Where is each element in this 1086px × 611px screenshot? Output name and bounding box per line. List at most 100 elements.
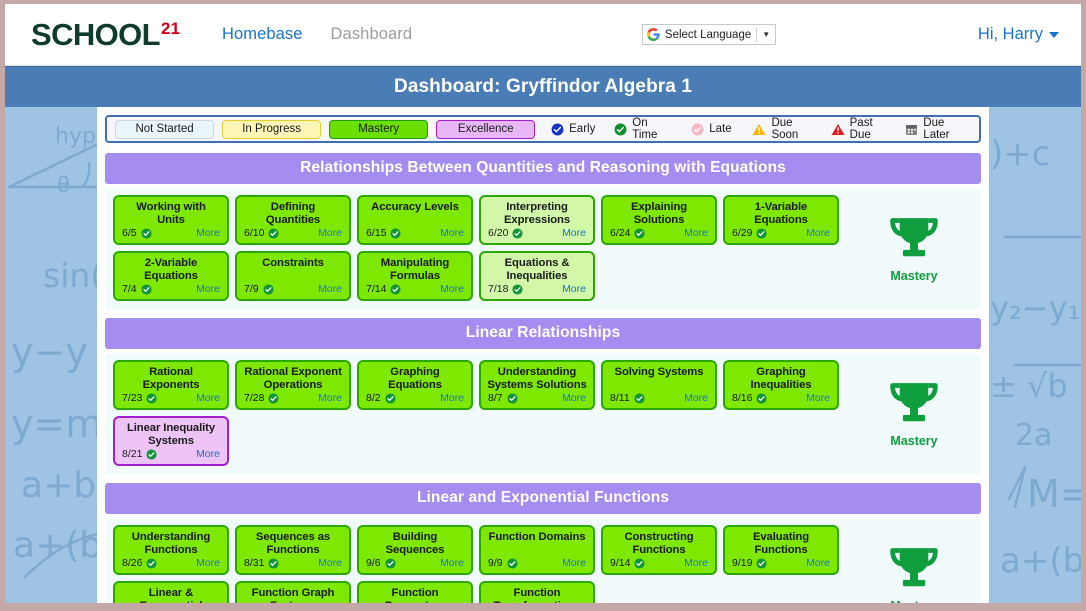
skill-card[interactable]: Linear & Exponential Graphs9/22More bbox=[113, 581, 229, 603]
check-circle-icon bbox=[390, 227, 401, 239]
check-circle-icon bbox=[385, 392, 396, 404]
skill-title: 2-Variable Equations bbox=[144, 257, 198, 282]
skill-more-link[interactable]: More bbox=[318, 392, 342, 404]
skill-card[interactable]: Explaining Solutions 6/24 More bbox=[601, 195, 717, 245]
skill-card[interactable]: Accuracy Levels 6/15 More bbox=[357, 195, 473, 245]
skill-more-link[interactable]: More bbox=[562, 227, 586, 239]
skill-title: Sequences as Functions bbox=[255, 531, 331, 556]
legend-chip-in-progress[interactable]: In Progress bbox=[222, 119, 322, 139]
dashboard-body: hyp θ sin( y−y y=m a+b a+(b )+c y₂−y₁ ± … bbox=[5, 107, 1081, 603]
skill-card[interactable]: Building Sequences 9/6 More bbox=[357, 525, 473, 575]
skill-card[interactable]: Function Parameters10/4More bbox=[357, 581, 473, 603]
skill-title: Constraints bbox=[262, 257, 324, 269]
skill-card[interactable]: Understanding Functions 8/26 More bbox=[113, 525, 229, 575]
skill-card[interactable]: Graphing Inequalities 8/16 More bbox=[723, 360, 839, 410]
unit-section: Relationships Between Quantities and Rea… bbox=[105, 153, 981, 309]
skill-title: Function Graph Features bbox=[251, 587, 335, 603]
skill-card[interactable]: Working with Units 6/5 More bbox=[113, 195, 229, 245]
skill-title: Working with Units bbox=[136, 201, 206, 226]
user-menu-button[interactable]: Hi, Harry bbox=[978, 25, 1059, 44]
legend-state-early[interactable]: Early bbox=[539, 123, 607, 136]
skill-card[interactable]: Linear Inequality Systems 8/21 More bbox=[113, 416, 229, 466]
skill-card[interactable]: Function Graph Features9/28More bbox=[235, 581, 351, 603]
check-circle-icon bbox=[146, 557, 157, 569]
skill-card[interactable]: Constraints 7/9 More bbox=[235, 251, 351, 301]
skill-more-link[interactable]: More bbox=[196, 283, 220, 295]
legend-state-on-time[interactable]: On Time bbox=[607, 117, 677, 141]
skill-more-link[interactable]: More bbox=[806, 227, 830, 239]
skill-title: Rational Exponents bbox=[142, 366, 200, 391]
skill-more-link[interactable]: More bbox=[196, 227, 220, 239]
status-legend: Not Started In Progress Mastery Excellen… bbox=[105, 115, 981, 143]
skill-card[interactable]: Interpreting Expressions 6/20 More bbox=[479, 195, 595, 245]
skill-more-link[interactable]: More bbox=[440, 227, 464, 239]
check-circle-icon bbox=[691, 123, 704, 136]
skill-more-link[interactable]: More bbox=[562, 283, 586, 295]
skill-card[interactable]: Solving Systems 8/11 More bbox=[601, 360, 717, 410]
skill-more-link[interactable]: More bbox=[440, 557, 464, 569]
skill-more-link[interactable]: More bbox=[196, 557, 220, 569]
skill-card[interactable]: Evaluating Functions 9/19 More bbox=[723, 525, 839, 575]
skill-due-date: 9/14 bbox=[610, 557, 631, 569]
legend-chip-excellence[interactable]: Excellence bbox=[436, 119, 536, 139]
skill-more-link[interactable]: More bbox=[806, 557, 830, 569]
skill-card[interactable]: Sequences as Functions 8/31 More bbox=[235, 525, 351, 575]
skill-title: Function Parameters bbox=[385, 587, 446, 603]
nav-link-homebase[interactable]: Homebase bbox=[222, 25, 303, 44]
svg-text:y−y: y−y bbox=[11, 330, 88, 374]
skill-more-link[interactable]: More bbox=[806, 392, 830, 404]
skill-more-link[interactable]: More bbox=[196, 448, 220, 460]
skill-card[interactable]: 2-Variable Equations 7/4 More bbox=[113, 251, 229, 301]
skill-title: Solving Systems bbox=[614, 366, 704, 378]
skill-more-link[interactable]: More bbox=[318, 557, 342, 569]
check-circle-icon bbox=[756, 227, 767, 239]
skill-more-link[interactable]: More bbox=[318, 227, 342, 239]
unit-header: Relationships Between Quantities and Rea… bbox=[105, 153, 981, 184]
skill-card[interactable]: Rational Exponents 7/23 More bbox=[113, 360, 229, 410]
skill-more-link[interactable]: More bbox=[440, 392, 464, 404]
google-g-icon bbox=[646, 28, 660, 41]
legend-state-due-later[interactable]: Due Later bbox=[898, 117, 975, 141]
legend-state-label: Past Due bbox=[849, 117, 873, 141]
legend-state-due-soon[interactable]: Due Soon bbox=[745, 117, 823, 141]
legend-chip-not-started[interactable]: Not Started bbox=[115, 119, 215, 139]
check-circle-icon bbox=[507, 392, 518, 404]
skill-more-link[interactable]: More bbox=[684, 227, 708, 239]
check-circle-icon bbox=[614, 123, 627, 136]
skill-more-link[interactable]: More bbox=[684, 557, 708, 569]
skill-footer: 7/9 More bbox=[237, 283, 349, 295]
skill-card[interactable]: Defining Quantities 6/10 More bbox=[235, 195, 351, 245]
skill-more-link[interactable]: More bbox=[318, 283, 342, 295]
skill-card[interactable]: Rational Exponent Operations 7/28 More bbox=[235, 360, 351, 410]
skill-card[interactable]: Understanding Systems Solutions 8/7 More bbox=[479, 360, 595, 410]
skill-more-link[interactable]: More bbox=[196, 392, 220, 404]
skill-card[interactable]: Function Domains 9/9 More bbox=[479, 525, 595, 575]
legend-chip-mastery[interactable]: Mastery bbox=[329, 119, 429, 139]
skill-more-link[interactable]: More bbox=[562, 557, 586, 569]
select-language-dropdown[interactable]: Select Language ▼ bbox=[641, 24, 777, 45]
skill-title: Rational Exponent Operations bbox=[244, 366, 342, 391]
skill-more-link[interactable]: More bbox=[684, 392, 708, 404]
skill-title: Defining Quantities bbox=[265, 201, 321, 226]
check-circle-icon bbox=[141, 283, 152, 295]
skill-card[interactable]: Graphing Equations 8/2 More bbox=[357, 360, 473, 410]
skill-card[interactable]: Manipulating Formulas 7/14 More bbox=[357, 251, 473, 301]
svg-text:hyp: hyp bbox=[55, 124, 96, 149]
skill-card[interactable]: 1-Variable Equations 6/29 More bbox=[723, 195, 839, 245]
skill-more-link[interactable]: More bbox=[562, 392, 586, 404]
unit-badge-label: Mastery bbox=[890, 269, 938, 283]
legend-state-past-due[interactable]: Past Due bbox=[824, 117, 899, 141]
skill-card[interactable]: Function Transformations10/8More bbox=[479, 581, 595, 603]
top-navigation-bar: SCHOOL 21 Homebase Dashboard Select Lang… bbox=[5, 4, 1081, 66]
legend-state-late[interactable]: Late bbox=[677, 123, 745, 136]
unit-body: Working with Units 6/5 More Defining Quanti… bbox=[105, 189, 981, 309]
svg-text:ax: ax bbox=[1010, 596, 1051, 603]
skill-card[interactable]: Equations & Inequalities 7/18 More bbox=[479, 251, 595, 301]
skill-more-link[interactable]: More bbox=[440, 283, 464, 295]
school21-logo[interactable]: SCHOOL 21 bbox=[31, 19, 180, 50]
nav-link-dashboard[interactable]: Dashboard bbox=[331, 25, 413, 44]
skill-due-date: 8/31 bbox=[244, 557, 265, 569]
skill-card[interactable]: Constructing Functions 9/14 More bbox=[601, 525, 717, 575]
svg-text:)+c: )+c bbox=[990, 134, 1050, 174]
check-circle-icon bbox=[634, 557, 645, 569]
